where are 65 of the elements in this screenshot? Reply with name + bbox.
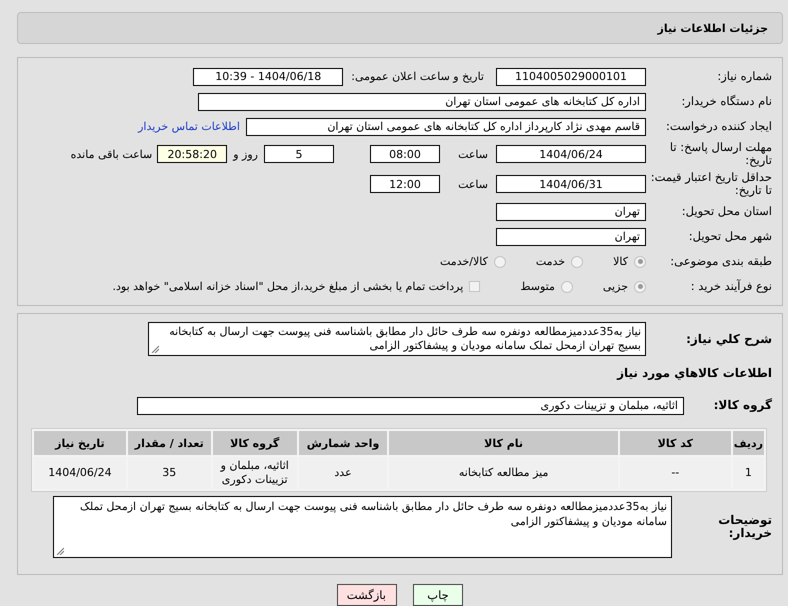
field-label: شهر محل تحویل:: [688, 230, 773, 243]
validity-date-field[interactable]: 1404/06/31: [496, 175, 646, 193]
field-label: ساعت: [457, 178, 489, 190]
field-label: نام دستگاه خریدار:: [680, 95, 773, 108]
table-cell: 1: [732, 457, 764, 489]
buyer-notes-field[interactable]: نیاز به35عددمیزمطالعه دونفره سه طرف حائل دار مطابق باشناسه فنی پیوست جهت ارسال به کتابخانه بسیج تهران ازمحل تملک سامانه مودیان و پیشفاکتور الزامی: [53, 496, 672, 558]
radio-button[interactable]: [571, 256, 584, 268]
section-heading: اطلاعات کالاهاي مورد نياز: [616, 366, 773, 380]
field-label: ساعت: [457, 148, 489, 160]
radio-button[interactable]: [494, 256, 506, 268]
requester-field[interactable]: قاسم مهدی نژاد کارپرداز اداره کل کتابخانه های عمومی استان تهران: [246, 118, 646, 136]
goods-group-field[interactable]: اثاثیه، مبلمان و تزیینات دکوری: [137, 396, 684, 414]
field-label: نوع فرآیند خرید :: [690, 280, 773, 293]
field-label: حداقل تاریخ اعتبار قیمت: تا تاریخ:: [650, 171, 773, 197]
column-header: ردیف: [732, 431, 764, 455]
resize-grip-icon[interactable]: [151, 345, 159, 353]
field-label: ایجاد کننده درخواست:: [665, 120, 773, 133]
buyer-org-field[interactable]: اداره کل کتابخانه های عمومی استان تهران: [198, 92, 646, 110]
table-cell: اثاثیه، مبلمان و تزیینات دکوری: [212, 457, 297, 489]
need-number-field[interactable]: 1104005029000101: [496, 68, 646, 86]
column-header: تاریخ نیاز: [34, 431, 126, 455]
field-label: روز و: [232, 148, 259, 160]
validity-time-field[interactable]: 12:00: [370, 175, 440, 193]
table-cell: --: [620, 457, 731, 489]
radio-label: جزیی: [602, 280, 628, 293]
field-label: گروه کالا:: [712, 399, 773, 412]
field-label: طبقه بندی موضوعی:: [669, 255, 773, 268]
radio-label: متوسط: [520, 280, 555, 293]
column-header: تعداد / مقدار: [128, 431, 211, 455]
remaining-time-field[interactable]: 20:58:20: [157, 145, 228, 163]
back-button[interactable]: بازگشت: [337, 584, 397, 606]
table-cell: میز مطالعه کتابخانه: [389, 457, 618, 489]
radio-label: کالا: [613, 255, 628, 268]
radio-button[interactable]: [634, 256, 646, 268]
description-field[interactable]: نیاز به35عددمیزمطالعه دونفره سه طرف حائل دار مطابق باشناسه فنی پیوست جهت ارسال به کتابخانه بسیج تهران ازمحل تملک سامانه مودیان و پیشفاکتور الزامی: [148, 322, 646, 356]
radio-button[interactable]: [560, 280, 573, 292]
table-cell: 35: [128, 457, 211, 489]
checkbox-label: پرداخت تمام یا بخشی از مبلغ خرید،از محل "اسناد خزانه اسلامی" خواهد بود.: [112, 280, 464, 293]
print-button[interactable]: چاپ: [413, 584, 463, 606]
checkbox[interactable]: [469, 281, 480, 292]
column-header: واحد شمارش: [298, 431, 388, 455]
buyer-contact-link[interactable]: اطلاعات تماس خریدار: [138, 120, 246, 133]
field-label: مهلت ارسال پاسخ: تا تاریخ:: [668, 141, 773, 167]
field-label: توضیحات خریدار:: [717, 514, 773, 540]
province-field[interactable]: تهران: [496, 202, 646, 220]
table-cell: عدد: [298, 457, 388, 489]
resize-grip-icon[interactable]: [56, 547, 64, 555]
deadline-time-field[interactable]: 08:00: [370, 145, 440, 163]
field-label: ساعت باقی مانده: [70, 148, 154, 160]
field-label: شماره نیاز:: [716, 70, 773, 83]
city-field[interactable]: تهران: [496, 228, 646, 246]
days-field[interactable]: 5: [264, 145, 334, 163]
field-label: تاریخ و ساعت اعلان عمومی:: [350, 70, 485, 83]
radio-label: کالا/خدمت: [440, 255, 488, 268]
column-header: گروه کالا: [212, 431, 297, 455]
column-header: نام کالا: [389, 431, 618, 455]
field-label: شرح کلي نياز:: [685, 332, 773, 346]
deadline-date-field[interactable]: 1404/06/24: [496, 145, 646, 163]
column-header: کد کالا: [620, 431, 731, 455]
radio-label: خدمت: [536, 255, 566, 268]
announce-date-field[interactable]: 1404/06/18 - 10:39: [193, 68, 344, 86]
page-title: جزئیات اطلاعات نیاز: [17, 12, 783, 44]
table-cell: 1404/06/24: [34, 457, 126, 489]
field-label: استان محل تحویل:: [680, 205, 773, 218]
radio-button[interactable]: [634, 280, 646, 292]
